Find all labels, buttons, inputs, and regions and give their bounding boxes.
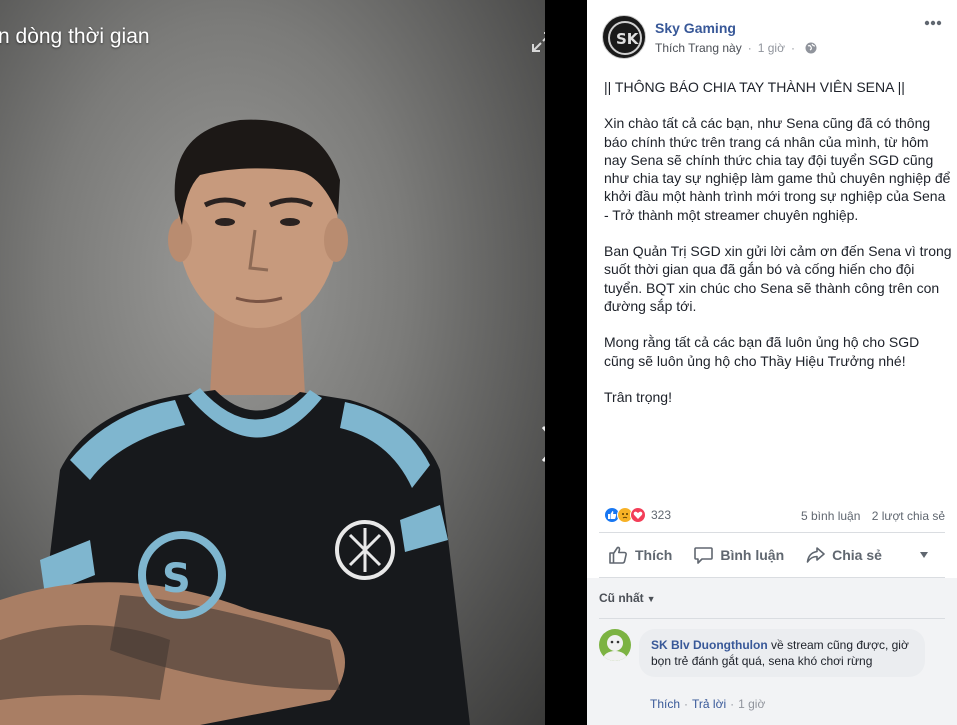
caret-down-icon: ▼: [646, 594, 656, 604]
comments-count-link[interactable]: 5 bình luận: [801, 509, 860, 523]
separator: ·: [684, 697, 689, 711]
comment-time[interactable]: 1 giờ: [738, 697, 765, 711]
comment-sort-dropdown[interactable]: Cũ nhất ▼: [599, 591, 656, 605]
comment-actions: Thích · Trả lời · 1 giờ: [650, 697, 765, 711]
expand-icon[interactable]: [531, 31, 545, 53]
reactions-summary[interactable]: 323: [604, 507, 671, 523]
comment-bubble: SK Blv Duongthulon về stream cũng được, …: [639, 629, 925, 677]
like-button[interactable]: Thích: [609, 546, 672, 564]
separator: ·: [730, 697, 735, 711]
sky-gaming-logo: SK: [608, 21, 642, 55]
reaction-count: 323: [651, 508, 672, 522]
share-icon: [806, 547, 825, 563]
post-paragraph: Ban Quản Trị SGD xin gửi lời cảm ơn đến …: [604, 243, 952, 314]
like-label: Thích: [635, 547, 673, 563]
post-meta: Thích Trang này · 1 giờ ·: [655, 41, 817, 55]
post-time[interactable]: 1 giờ: [758, 41, 785, 55]
page-name-link[interactable]: Sky Gaming: [655, 20, 736, 36]
sort-label: Cũ nhất: [599, 591, 644, 605]
post-paragraph: || THÔNG BÁO CHIA TAY THÀNH VIÊN SENA ||: [604, 79, 905, 95]
comment-author-link[interactable]: SK Blv Duongthulon: [651, 638, 768, 652]
caret-down-icon[interactable]: [919, 552, 929, 558]
post-action-bar: Thích Bình luận Chia sẻ: [599, 532, 945, 578]
post-paragraph: Trân trọng!: [604, 388, 672, 405]
comment-label: Bình luận: [720, 547, 785, 563]
svg-text:S: S: [162, 556, 191, 602]
more-options-icon[interactable]: [924, 20, 942, 26]
like-icon: [609, 546, 627, 564]
meta-separator: ·: [747, 41, 752, 55]
svg-text:SK: SK: [616, 30, 640, 48]
post-paragraph: Xin chào tất cả các bạn, như Sena cũng đ…: [604, 115, 951, 223]
post-paragraph: Mong rằng tất cả các bạn đã luôn ủng hộ …: [604, 334, 920, 369]
comment-avatar[interactable]: [599, 629, 631, 661]
meta-separator: ·: [790, 41, 795, 55]
comment-icon: [694, 547, 714, 564]
share-button[interactable]: Chia sẻ: [806, 546, 882, 564]
post-stats: 5 bình luận 2 lượt chia sẻ: [801, 509, 945, 523]
divider: [599, 618, 945, 619]
love-reaction-icon: [630, 507, 646, 523]
shares-count-link[interactable]: 2 lượt chia sẻ: [872, 509, 945, 523]
post-panel: SK Sky Gaming Thích Trang này · 1 giờ · …: [587, 0, 957, 725]
viewer-title: n dòng thời gian: [0, 25, 150, 48]
comments-section: Cũ nhất ▼ SK Blv Duongthulon về stream cũ…: [587, 578, 957, 725]
comment-like-link[interactable]: Thích: [650, 697, 680, 711]
avatar-image: [599, 629, 631, 661]
chevron-right-icon[interactable]: [538, 424, 545, 464]
comment-reply-link[interactable]: Trả lời: [692, 697, 726, 711]
post-photo[interactable]: S n dòng thời gian: [0, 0, 545, 725]
photo-viewer: S n dòng thời gian: [0, 0, 587, 725]
page-avatar[interactable]: SK: [602, 15, 646, 59]
like-page-link[interactable]: Thích Trang này: [655, 41, 742, 55]
post-text: || THÔNG BÁO CHIA TAY THÀNH VIÊN SENA ||…: [604, 78, 952, 424]
share-label: Chia sẻ: [832, 547, 882, 563]
globe-icon: [805, 42, 817, 54]
player-portrait: S: [0, 119, 470, 725]
comment-button[interactable]: Bình luận: [694, 546, 784, 564]
